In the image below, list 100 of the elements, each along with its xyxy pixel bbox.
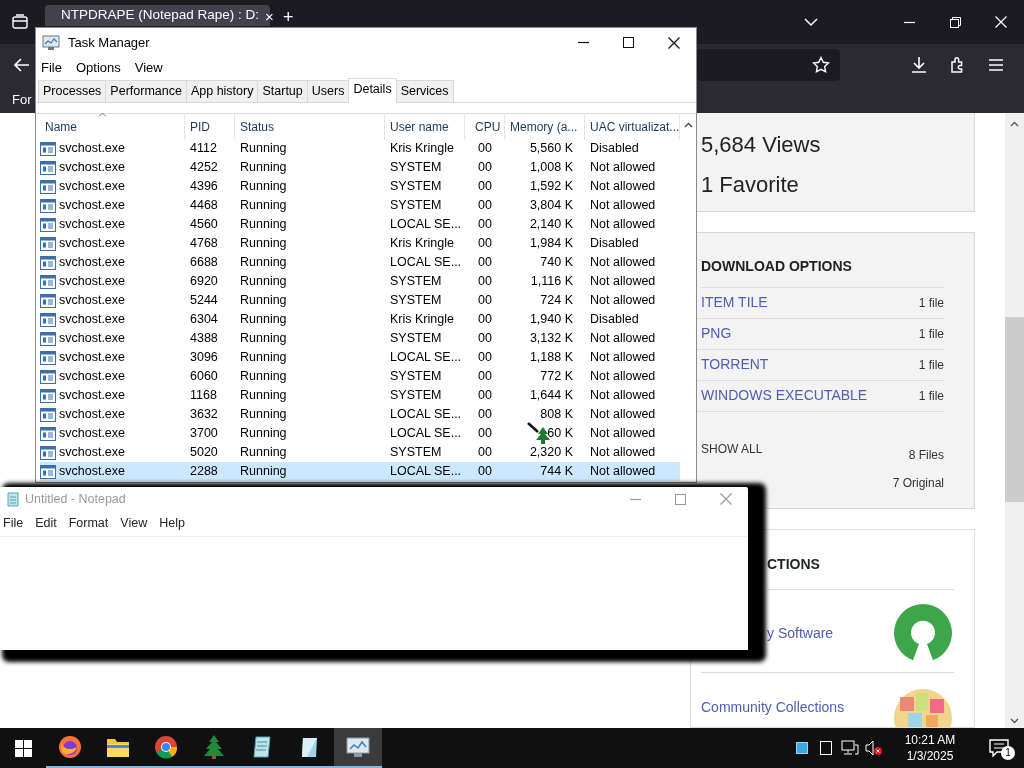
table-cell: 6304 [190,312,218,327]
table-cell: 5,560 K [529,141,573,156]
window-icon [40,312,56,327]
table-row[interactable]: svchost.exe 1168 Running SYSTEM 00 1,644 K Not allowed [40,386,680,405]
tab[interactable]: Startup [257,80,308,102]
monitor-icon [42,34,60,51]
notepad-icon [251,735,273,759]
collection-link[interactable]: y Software [767,622,834,644]
windows-icon[interactable] [14,739,32,757]
table-cell: 4768 [190,236,218,251]
menu-item[interactable]: Help [159,514,185,533]
tab[interactable]: App history [185,80,259,102]
table-row[interactable]: svchost.exe 6304 Running Kris Kringle 00 1,940 K Disabled [40,310,680,329]
notifications-button[interactable]: 1 [974,728,1024,768]
tab[interactable]: Processes [38,80,107,102]
table-cell: LOCAL SE... [390,350,462,365]
count-badge: 1 [1001,746,1015,760]
chevron-down-icon[interactable] [804,17,818,27]
download-link[interactable]: PNG [701,323,732,345]
window-icon [40,274,56,289]
menu-icon[interactable] [988,58,1004,72]
window-icon [40,350,56,365]
table-row[interactable]: svchost.exe 4112 Running Kris Kringle 00 5,560 K Disabled [40,139,680,158]
tab-list-icon[interactable] [12,14,28,30]
table-row[interactable]: svchost.exe 4560 Running LOCAL SE... 00 2,140 K Not allowed [40,215,680,234]
menu-item[interactable]: File [41,58,62,78]
tablet-icon[interactable] [820,741,832,755]
table-cell: 1,116 K [530,274,573,289]
restore-icon[interactable] [949,16,961,28]
scroll-up-icon[interactable] [683,122,693,128]
table-cell: 6060 [190,369,218,384]
table-row[interactable]: svchost.exe 4768 Running Kris Kringle 00 1,984 K Disabled [40,234,680,253]
table-row[interactable]: svchost.exe 6688 Running LOCAL SE... 00 740 K Not allowed [40,253,680,272]
column-header[interactable]: User name [390,117,449,136]
scroll-down-icon[interactable] [1010,718,1019,724]
table-cell: 808 K [540,407,573,422]
column-header[interactable]: UAC virtualizat... [590,117,680,136]
table-row[interactable]: svchost.exe 3632 Running LOCAL SE... 00 808 K Not allowed [40,405,680,424]
table-row[interactable]: svchost.exe 4388 Running SYSTEM 00 3,132 K Not allowed [40,329,680,348]
window-icon [40,331,56,346]
back-icon[interactable] [14,58,30,72]
close-icon[interactable] [667,36,680,49]
browser-icon [154,735,178,759]
table-row[interactable]: svchost.exe 2288 Running LOCAL SE... 00 744 K Not allowed [40,462,680,481]
menu-item[interactable]: File [3,514,24,533]
column-header[interactable]: CPU [475,117,501,136]
clock[interactable]: 10:21 AM 1/3/2025 [886,732,974,764]
show-all-link[interactable]: SHOW ALL [701,439,763,458]
menu-item[interactable]: View [120,514,148,533]
scrollbar[interactable] [1005,113,1024,728]
download-link[interactable]: ITEM TILE [701,292,768,314]
column-header[interactable]: PID [190,117,210,136]
table-cell: 4388 [190,331,218,346]
tab[interactable]: Services [395,80,454,102]
table-cell: 00 [478,179,492,194]
download-link[interactable]: WINDOWS EXECUTABLE [701,385,868,407]
scroll-up-icon[interactable] [1010,121,1019,127]
table-cell: Running [240,369,287,384]
table-row[interactable]: svchost.exe 6060 Running SYSTEM 00 772 K Not allowed [40,367,680,386]
network-icon[interactable] [841,740,859,756]
column-header[interactable]: Name [45,117,77,136]
table-row[interactable]: svchost.exe 5020 Running SYSTEM 00 2,320 K Not allowed [40,443,680,462]
tab[interactable]: Performance [105,80,187,102]
table-cell: SYSTEM [390,179,442,194]
bookmark-link[interactable]: For [12,89,32,110]
collection-link[interactable]: Community Collections [701,696,845,718]
table-row[interactable]: svchost.exe 4252 Running SYSTEM 00 1,008 K Not allowed [40,158,680,177]
table-cell: 3700 [190,426,218,441]
table-row[interactable]: svchost.exe 4468 Running SYSTEM 00 3,804 K Not allowed [40,196,680,215]
table-row[interactable]: svchost.exe 6920 Running SYSTEM 00 1,116 K Not allowed [40,272,680,291]
tab[interactable]: Users [306,80,350,102]
scroll-thumb[interactable] [1005,317,1024,502]
new-tab-button[interactable]: + [283,9,294,25]
table-row[interactable]: svchost.exe 5244 Running SYSTEM 00 724 K Not allowed [40,291,680,310]
menu-item[interactable]: Options [75,58,121,78]
star-icon[interactable] [812,56,830,74]
table-cell: LOCAL SE... [390,217,462,232]
table-row[interactable]: svchost.exe 3096 Running LOCAL SE... 00 1,188 K Not allowed [40,348,680,367]
table-cell: 4252 [190,160,218,175]
table-cell: Not allowed [590,274,656,289]
tab[interactable]: Details [348,78,397,103]
table-cell: Not allowed [590,293,656,308]
download-icon[interactable] [910,56,928,74]
table-cell: Running [240,388,287,403]
table-row[interactable]: svchost.exe 3700 Running LOCAL SE... 00 60 K Not allowed [40,424,680,443]
column-header[interactable]: Status [240,117,275,136]
table-cell: Running [240,179,287,194]
menu-item[interactable]: View [134,58,163,78]
taskbar-button[interactable] [334,728,382,768]
maximize-icon[interactable] [623,37,634,48]
table-cell: 4112 [190,141,217,156]
download-link[interactable]: TORRENT [701,354,769,376]
table-row[interactable]: svchost.exe 4396 Running SYSTEM 00 1,592 K Not allowed [40,177,680,196]
window-icon [40,255,56,270]
section-heading: DOWNLOAD OPTIONS [701,255,944,288]
muted-speaker-icon[interactable] [865,740,883,756]
table-cell-text: svchost.exe [59,368,125,386]
column-header[interactable]: Memory (a... [510,117,578,136]
menu-item[interactable]: Edit [35,514,57,533]
menu-item[interactable]: Format [68,514,109,533]
